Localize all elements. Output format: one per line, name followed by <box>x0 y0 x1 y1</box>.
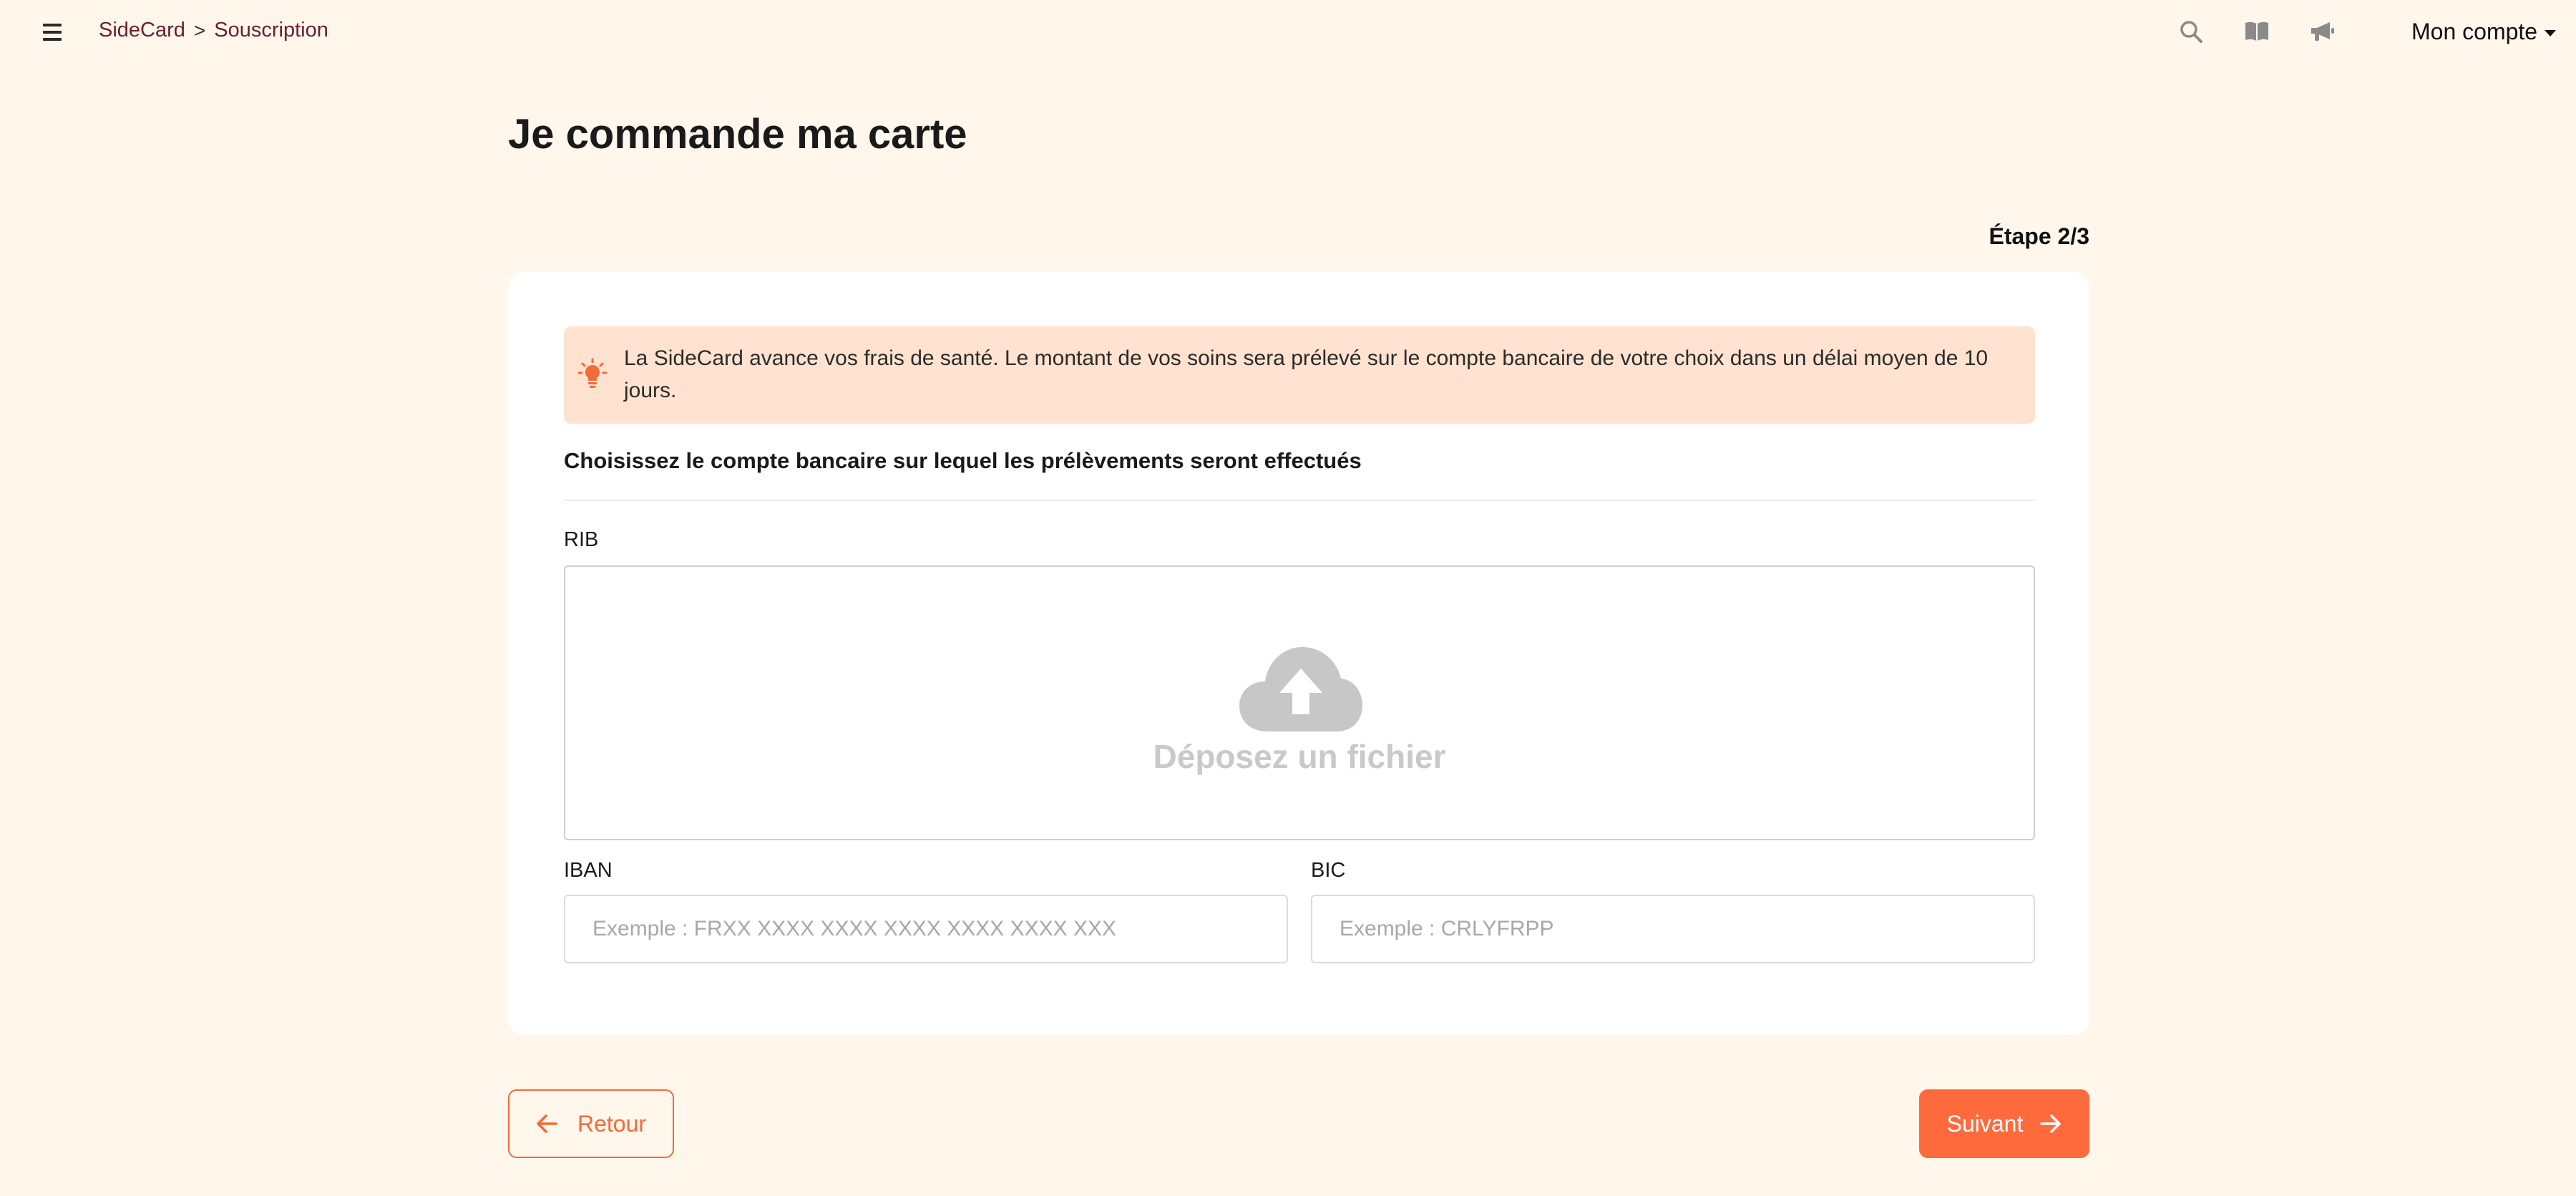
chevron-down-icon <box>2545 29 2557 37</box>
breadcrumb-root[interactable]: SideCard <box>99 19 185 42</box>
section-divider <box>564 500 2035 501</box>
breadcrumb-separator: > <box>193 19 206 42</box>
cloud-upload-icon <box>1239 647 1362 731</box>
iban-input[interactable] <box>564 895 1288 963</box>
rib-label: RIB <box>564 528 599 551</box>
lightbulb-icon <box>578 358 607 388</box>
search-icon[interactable] <box>2175 16 2207 47</box>
iban-label: IBAN <box>564 859 613 882</box>
top-bar: SideCard > Souscription Mon compte <box>0 0 2576 64</box>
next-button-label: Suivant <box>1946 1110 2024 1137</box>
account-menu[interactable]: Mon compte <box>2411 19 2557 45</box>
bic-input[interactable] <box>1311 895 2035 963</box>
step-indicator: Étape 2/3 <box>1989 223 2089 249</box>
next-button[interactable]: Suivant <box>1919 1089 2089 1158</box>
back-button[interactable]: Retour <box>508 1089 674 1158</box>
megaphone-icon[interactable] <box>2307 16 2338 47</box>
bic-label: BIC <box>1311 859 1346 882</box>
rib-dropzone[interactable]: Déposez un fichier <box>564 565 2035 840</box>
arrow-left-icon <box>537 1114 557 1133</box>
section-title: Choisissez le compte bancaire sur lequel… <box>564 448 1362 473</box>
breadcrumb-current[interactable]: Souscription <box>214 19 328 42</box>
breadcrumb: SideCard > Souscription <box>99 19 328 42</box>
form-card: La SideCard avance vos frais de santé. L… <box>508 272 2089 1035</box>
page-title: Je commande ma carte <box>508 111 967 157</box>
top-icon-group <box>2175 16 2338 47</box>
info-banner-text: La SideCard avance vos frais de santé. L… <box>624 346 1989 402</box>
back-button-label: Retour <box>577 1110 647 1137</box>
book-icon[interactable] <box>2241 16 2273 47</box>
dropzone-text: Déposez un fichier <box>1153 738 1446 775</box>
info-banner: La SideCard avance vos frais de santé. L… <box>564 326 2035 424</box>
hamburger-menu-icon[interactable] <box>42 20 64 44</box>
account-menu-label: Mon compte <box>2411 19 2538 44</box>
arrow-right-icon <box>2040 1114 2062 1133</box>
